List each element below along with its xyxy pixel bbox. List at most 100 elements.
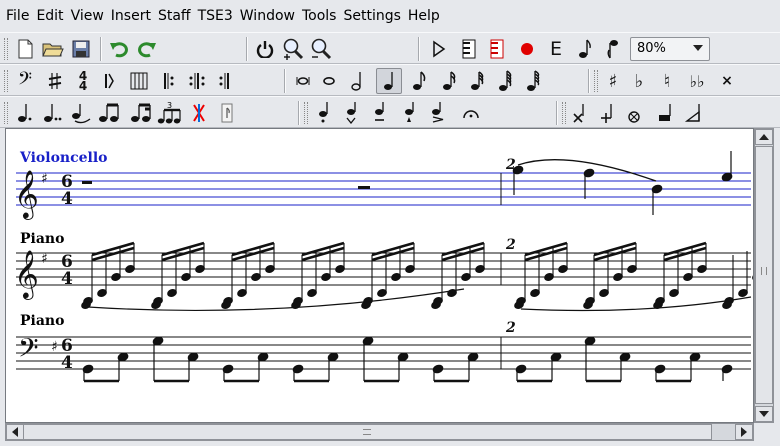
- vertical-scrollbar[interactable]: [754, 128, 774, 423]
- horizontal-scroll-thumb[interactable]: [23, 424, 712, 440]
- menu-insert[interactable]: Insert: [111, 6, 151, 26]
- one-twenty-eighth-note-icon[interactable]: [520, 68, 546, 94]
- new-document-icon[interactable]: [12, 36, 38, 62]
- toolbar-separator: [298, 101, 300, 125]
- menu-help[interactable]: Help: [408, 6, 440, 26]
- time-signature-icon[interactable]: 44: [70, 68, 96, 94]
- toolbar-grip[interactable]: [4, 70, 8, 92]
- repeat-close-icon[interactable]: [212, 68, 238, 94]
- score-canvas[interactable]: Violoncello Piano Piano 𝄞 ♯ 6 4 2 𝄞 ♯ 6 …: [5, 128, 754, 423]
- staccatissimo-icon[interactable]: [398, 100, 424, 126]
- grace-note-icon[interactable]: [214, 100, 240, 126]
- toolbar-grip[interactable]: [4, 38, 8, 60]
- menu-tools[interactable]: Tools: [302, 6, 337, 26]
- menu-staff[interactable]: Staff: [158, 6, 191, 26]
- circle-cross-notehead-icon[interactable]: [622, 100, 648, 126]
- natural-icon[interactable]: ♮: [654, 68, 680, 94]
- notation-toolbar: 𝄢 44 ♯ ♭ ♮ ♭♭ ×: [0, 64, 780, 96]
- thirty-second-note-icon[interactable]: [464, 68, 490, 94]
- menu-settings[interactable]: Settings: [343, 6, 400, 26]
- sharp-icon[interactable]: ♯: [600, 68, 626, 94]
- key-sharp: ♯: [41, 251, 48, 267]
- accent-icon[interactable]: [340, 100, 366, 126]
- menu-file[interactable]: File: [6, 6, 29, 26]
- save-disk-icon[interactable]: [68, 36, 94, 62]
- power-icon[interactable]: [252, 36, 278, 62]
- toolbar-grip[interactable]: [304, 102, 308, 124]
- eighth-pair: [362, 336, 409, 383]
- breve-icon[interactable]: [290, 68, 316, 94]
- zoom-out-icon[interactable]: [308, 36, 334, 62]
- toolbar-grip[interactable]: [594, 70, 598, 92]
- double-flat-icon[interactable]: ♭♭: [684, 68, 710, 94]
- zoom-value: 80%: [637, 41, 666, 56]
- eighth-note-icon[interactable]: [406, 68, 432, 94]
- tenuto-icon[interactable]: [368, 100, 394, 126]
- note-up-icon[interactable]: [572, 36, 598, 62]
- record-icon[interactable]: [514, 36, 540, 62]
- eighth-pair: [654, 352, 701, 383]
- tuplet-number: 3: [167, 101, 172, 110]
- rectangle-notehead-icon[interactable]: [652, 100, 678, 126]
- note-down-icon[interactable]: [600, 36, 626, 62]
- toolbar-grip[interactable]: [4, 102, 8, 124]
- keyboard-icon[interactable]: [456, 36, 482, 62]
- bass-clef-icon: 𝄢: [18, 332, 39, 370]
- open-folder-icon[interactable]: [40, 36, 66, 62]
- dotted-note-icon[interactable]: [12, 100, 38, 126]
- edit-symbol-button[interactable]: E: [543, 36, 569, 62]
- whole-note-icon[interactable]: [316, 68, 342, 94]
- half-note-icon[interactable]: [344, 68, 370, 94]
- scroll-left-button[interactable]: [6, 424, 24, 440]
- play-icon[interactable]: [426, 36, 452, 62]
- horizontal-scrollbar[interactable]: [5, 423, 754, 441]
- cross-notehead-icon[interactable]: [566, 100, 592, 126]
- sixteenth-note-icon[interactable]: [436, 68, 462, 94]
- staccato-icon[interactable]: [312, 100, 338, 126]
- tuplet-icon[interactable]: 3: [156, 100, 182, 126]
- piano-lower-notes: [82, 336, 733, 383]
- key-signature-icon[interactable]: [42, 68, 68, 94]
- barline-icon[interactable]: [126, 68, 152, 94]
- flat-icon[interactable]: ♭: [626, 68, 652, 94]
- plus-notehead-icon[interactable]: [594, 100, 620, 126]
- zoom-select[interactable]: 80%: [630, 37, 710, 61]
- menu-view[interactable]: View: [71, 6, 104, 26]
- zoom-in-icon[interactable]: [280, 36, 306, 62]
- redo-icon[interactable]: [134, 36, 160, 62]
- scroll-up-button[interactable]: [755, 129, 773, 145]
- beam-eighths-icon[interactable]: [96, 100, 122, 126]
- scroll-down-button[interactable]: [755, 406, 773, 422]
- triangle-notehead-icon[interactable]: [680, 100, 706, 126]
- measure-number: 2: [505, 237, 516, 253]
- menubar: File Edit View Insert Staff TSE3 Window …: [0, 0, 780, 32]
- undo-icon[interactable]: [106, 36, 132, 62]
- tie-icon[interactable]: [68, 100, 94, 126]
- remove-beam-icon[interactable]: [186, 100, 212, 126]
- toolbar-separator: [284, 69, 286, 93]
- menu-edit[interactable]: Edit: [36, 6, 63, 26]
- repeat-both-icon[interactable]: [184, 68, 210, 94]
- vertical-scroll-thumb[interactable]: [755, 146, 773, 404]
- scroll-right-button[interactable]: [735, 424, 753, 440]
- marcato-icon[interactable]: [426, 100, 452, 126]
- whole-rest: [82, 181, 92, 184]
- menu-tse3[interactable]: TSE3: [198, 6, 233, 26]
- arrow-down-icon: [759, 411, 769, 417]
- sixty-fourth-note-icon[interactable]: [492, 68, 518, 94]
- eighth-pair: [432, 352, 479, 383]
- eighth-pair: [515, 352, 562, 383]
- double-dotted-note-icon[interactable]: [40, 100, 66, 126]
- midi-keyboard-icon[interactable]: [484, 36, 510, 62]
- fermata-icon[interactable]: [458, 100, 484, 126]
- repeat-open-icon[interactable]: [156, 68, 182, 94]
- toolbar-separator: [556, 101, 558, 125]
- quarter-note-icon[interactable]: [376, 68, 402, 94]
- articulation-toolbar: 3: [0, 96, 780, 128]
- beam-mixed-icon[interactable]: [128, 100, 154, 126]
- menu-window[interactable]: Window: [240, 6, 295, 26]
- insert-clef-icon[interactable]: [96, 68, 122, 94]
- bass-clef-icon[interactable]: 𝄢: [12, 68, 38, 94]
- double-sharp-icon[interactable]: ×: [714, 68, 740, 94]
- toolbar-separator: [588, 69, 590, 93]
